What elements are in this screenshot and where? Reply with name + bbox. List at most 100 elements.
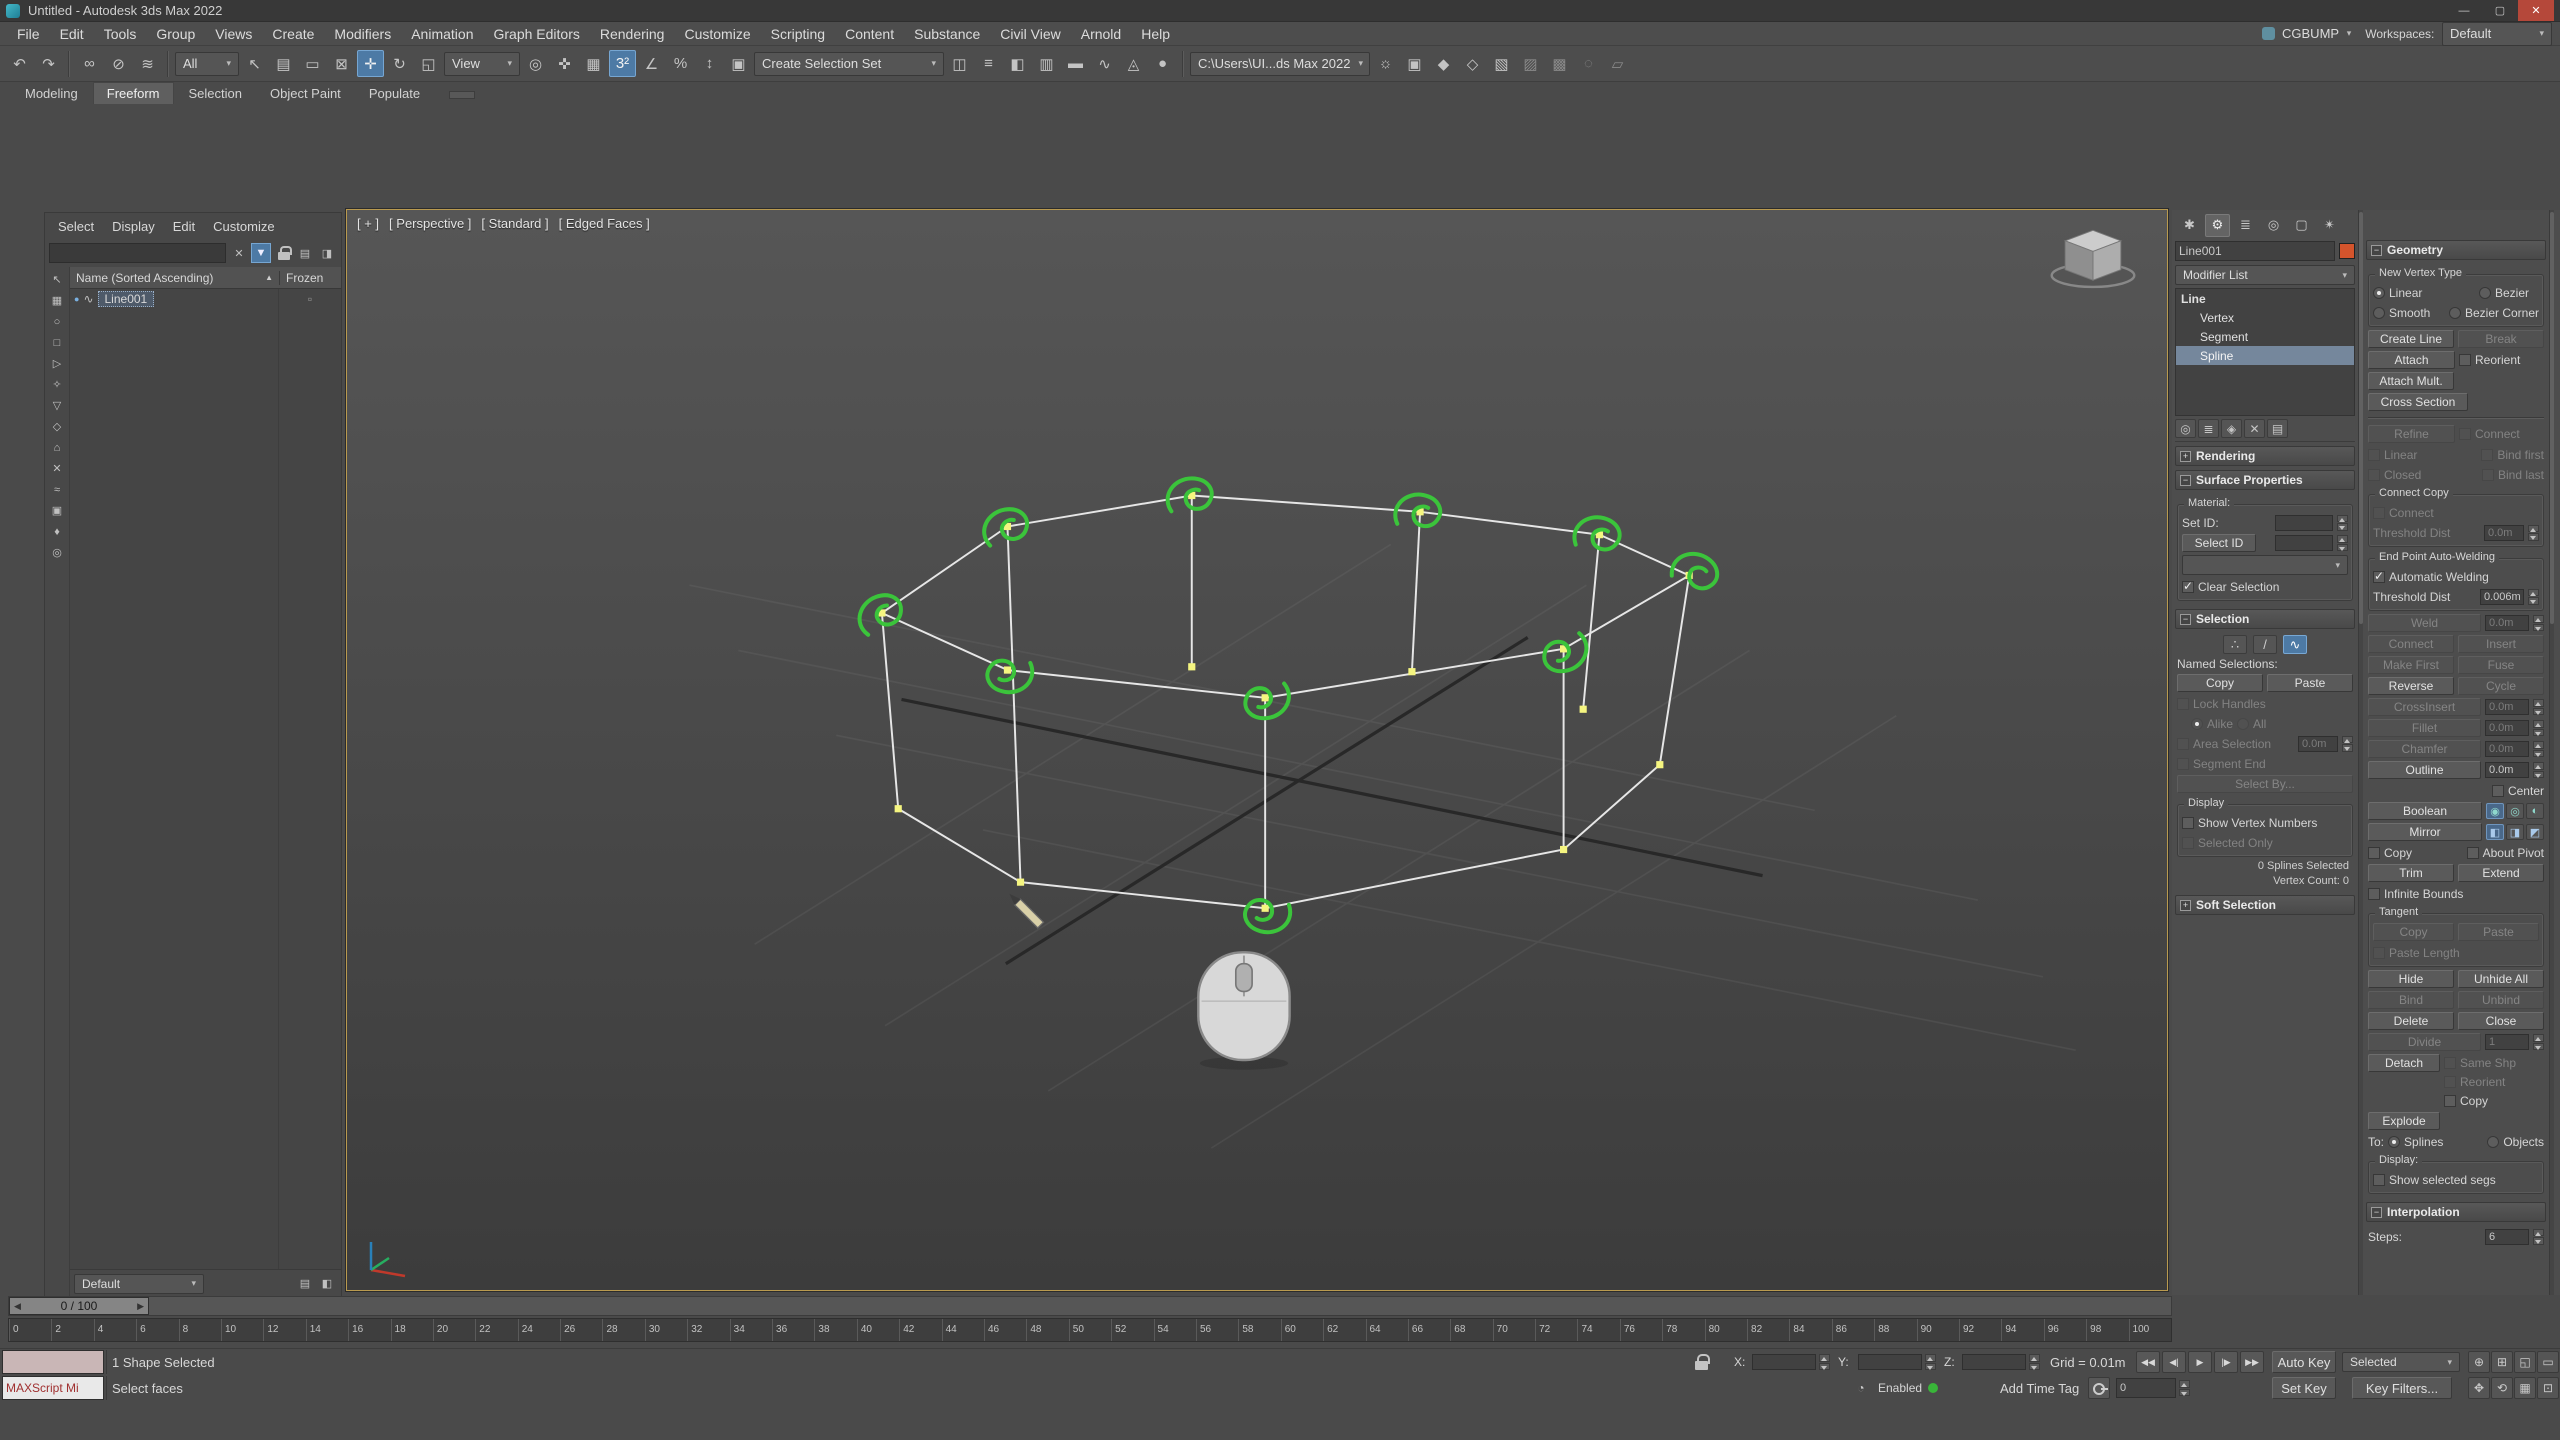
infinite-bounds-checkbox[interactable] bbox=[2368, 888, 2380, 900]
display-toolbar-icon[interactable]: ▦ bbox=[47, 291, 67, 310]
menu-item[interactable]: Animation bbox=[402, 26, 482, 42]
connect-copy-threshold-field[interactable]: 0.0m bbox=[2484, 525, 2524, 541]
go-to-end-button[interactable]: ▶▶ bbox=[2240, 1351, 2264, 1373]
vertex-subobject-icon[interactable]: ∴ bbox=[2223, 635, 2247, 654]
outline-field[interactable]: 0.0m bbox=[2485, 762, 2529, 778]
divide-field[interactable]: 1 bbox=[2485, 1034, 2529, 1050]
show-groups-icon[interactable]: ◎ bbox=[47, 543, 67, 562]
chamfer-field[interactable]: 0.0m bbox=[2485, 741, 2529, 757]
lock-explorer-icon[interactable] bbox=[273, 243, 293, 263]
zoom-all-icon[interactable]: ⊞ bbox=[2491, 1351, 2513, 1373]
divide-button[interactable]: Divide bbox=[2368, 1033, 2481, 1051]
viewport-renderer-menu[interactable]: [ Standard ] bbox=[481, 216, 548, 231]
show-space-warps-icon[interactable]: ⌂ bbox=[47, 438, 67, 457]
hierarchy-tab-icon[interactable]: ≣ bbox=[2233, 214, 2258, 237]
outline-button[interactable]: Outline bbox=[2368, 761, 2481, 779]
ribbon-tab[interactable]: Selection bbox=[176, 83, 255, 104]
detach-button[interactable]: Detach bbox=[2368, 1054, 2440, 1072]
center-checkbox[interactable] bbox=[2492, 785, 2504, 797]
steps-field[interactable]: 6 bbox=[2485, 1229, 2529, 1245]
mirror-horizontal-icon[interactable]: ◧ bbox=[2486, 824, 2504, 840]
show-selected-segs-checkbox[interactable] bbox=[2373, 1174, 2385, 1186]
modify-tab-icon[interactable]: ⚙ bbox=[2205, 214, 2230, 237]
x-spinner[interactable] bbox=[1819, 1354, 1830, 1370]
ribbon-tab[interactable]: Freeform bbox=[93, 82, 174, 104]
mirror-copy-checkbox[interactable] bbox=[2368, 847, 2380, 859]
key-selection-dropdown[interactable]: Selected▾ bbox=[2342, 1352, 2460, 1372]
next-frame-nub[interactable]: ▶ bbox=[137, 1301, 144, 1312]
search-input[interactable] bbox=[49, 243, 226, 263]
bezier-radio[interactable] bbox=[2479, 287, 2491, 299]
perspective-viewport[interactable]: [ + ] [ Perspective ] [ Standard ] [ Edg… bbox=[346, 209, 2168, 1291]
rollout-header[interactable]: −Geometry bbox=[2366, 240, 2546, 260]
clear-search-icon[interactable]: ✕ bbox=[229, 243, 249, 263]
reverse-button[interactable]: Reverse bbox=[2368, 677, 2454, 695]
viewport-plus-menu[interactable]: [ + ] bbox=[357, 216, 379, 231]
show-bones-icon[interactable]: ✕ bbox=[47, 459, 67, 478]
rollout-header[interactable]: +Rendering bbox=[2175, 446, 2355, 466]
menu-item[interactable]: Substance bbox=[905, 26, 989, 42]
object-name-field[interactable]: Line001 bbox=[2175, 241, 2335, 261]
set-id-spinner[interactable] bbox=[2337, 515, 2348, 531]
set-keys-icon[interactable] bbox=[2088, 1377, 2110, 1399]
bind-button[interactable]: Bind bbox=[2368, 991, 2454, 1009]
display-only-selected-icon[interactable]: ▱ bbox=[1604, 50, 1631, 77]
tangent-paste-button[interactable]: Paste bbox=[2458, 923, 2539, 941]
attach-button[interactable]: Attach bbox=[2368, 351, 2455, 369]
modifier-stack-item[interactable]: Spline bbox=[2176, 346, 2354, 365]
reference-coordinate-dropdown[interactable]: View▾ bbox=[444, 52, 520, 76]
current-frame-field[interactable]: 0 bbox=[2116, 1378, 2176, 1398]
create-line-button[interactable]: Create Line bbox=[2368, 330, 2454, 348]
extend-button[interactable]: Extend bbox=[2458, 864, 2544, 882]
display-tab-icon[interactable]: ▢ bbox=[2289, 214, 2314, 237]
redo-icon[interactable]: ↷ bbox=[35, 50, 62, 77]
toggle-layer-explorer-icon[interactable]: ▥ bbox=[1033, 50, 1060, 77]
command-panel-scrollbar[interactable] bbox=[2549, 210, 2554, 1295]
reorient-checkbox[interactable] bbox=[2459, 354, 2471, 366]
select-id-spinner[interactable] bbox=[2337, 535, 2348, 551]
ribbon-tab[interactable]: Modeling bbox=[12, 83, 91, 104]
unhide-all-button[interactable]: Unhide All bbox=[2458, 970, 2544, 988]
menu-item[interactable]: Graph Editors bbox=[484, 26, 588, 42]
previous-frame-nub[interactable]: ◀ bbox=[14, 1301, 21, 1312]
command-panel-scrollbar[interactable] bbox=[2358, 210, 2363, 1295]
clear-selection-checkbox[interactable] bbox=[2182, 581, 2194, 593]
select-children-icon[interactable]: ▤ bbox=[295, 243, 315, 263]
viewport-config-icon[interactable]: ▦ bbox=[2514, 1377, 2536, 1399]
y-coordinate-field[interactable] bbox=[1858, 1354, 1922, 1370]
bind-first-checkbox[interactable] bbox=[2481, 449, 2493, 461]
explorer-list[interactable]: ● ∿ Line001 ▫ bbox=[70, 289, 341, 1269]
closed-checkbox[interactable] bbox=[2368, 469, 2380, 481]
maximize-viewport-toggle-icon[interactable]: ⊡ bbox=[2537, 1377, 2559, 1399]
maxscript-mini-listener[interactable]: MAXScript Mi bbox=[2, 1376, 104, 1400]
mirror-both-icon[interactable]: ◩ bbox=[2526, 824, 2544, 840]
track-bar-ruler[interactable]: 0246810121416182022242628303234363840424… bbox=[8, 1318, 2172, 1342]
area-selection-field[interactable]: 0.0m bbox=[2298, 736, 2338, 752]
fillet-button[interactable]: Fillet bbox=[2368, 719, 2481, 737]
boolean-button[interactable]: Boolean bbox=[2368, 802, 2482, 820]
time-slider[interactable]: ◀ 0 / 100 ▶ bbox=[8, 1296, 2172, 1316]
explorer-settings-icon[interactable]: ▤ bbox=[295, 1274, 315, 1294]
z-spinner[interactable] bbox=[2029, 1354, 2040, 1370]
select-id-button[interactable]: Select ID bbox=[2182, 534, 2256, 552]
crossinsert-button[interactable]: CrossInsert bbox=[2368, 698, 2481, 716]
menu-item[interactable]: Scripting bbox=[762, 26, 834, 42]
remove-modifier-icon[interactable]: ✕ bbox=[2244, 419, 2265, 438]
account-menu[interactable]: CGBUMP ▾ bbox=[2262, 26, 2351, 41]
menu-item[interactable]: Create bbox=[263, 26, 323, 42]
chamfer-spinner[interactable] bbox=[2533, 741, 2544, 757]
make-first-button[interactable]: Make First bbox=[2368, 656, 2454, 674]
maximize-button[interactable]: ▢ bbox=[2482, 0, 2518, 21]
object-color-swatch[interactable] bbox=[2339, 243, 2355, 259]
show-xrefs-icon[interactable]: ♦ bbox=[47, 522, 67, 541]
bezier-corner-radio[interactable] bbox=[2449, 307, 2461, 319]
same-shp-checkbox[interactable] bbox=[2444, 1057, 2456, 1069]
cycle-button[interactable]: Cycle bbox=[2458, 677, 2544, 695]
select-id-field[interactable] bbox=[2275, 535, 2333, 551]
weld-threshold-spinner[interactable] bbox=[2528, 589, 2539, 605]
fillet-field[interactable]: 0.0m bbox=[2485, 720, 2529, 736]
attach-mult-button[interactable]: Attach Mult. bbox=[2368, 372, 2454, 390]
keyboard-shortcut-override-icon[interactable]: ▦ bbox=[580, 50, 607, 77]
ribbon-collapse-handle[interactable] bbox=[449, 91, 475, 99]
weld-field[interactable]: 0.0m bbox=[2485, 615, 2529, 631]
